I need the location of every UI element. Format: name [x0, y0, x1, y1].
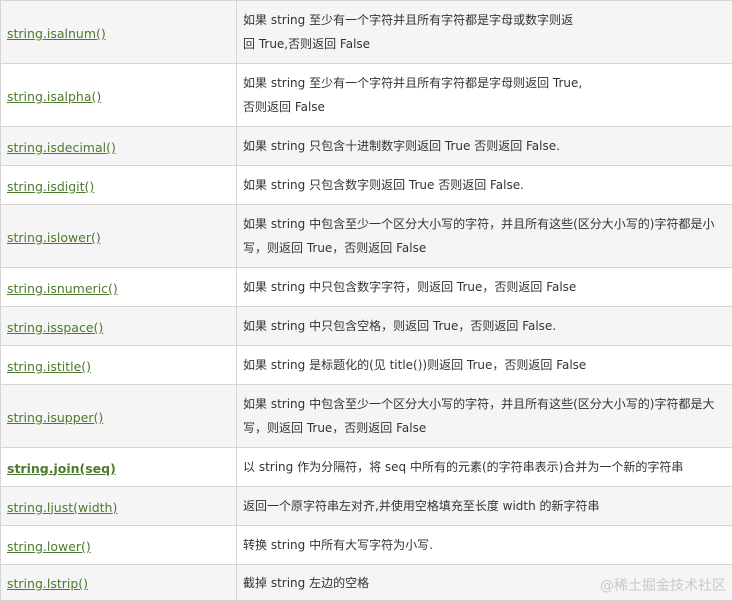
table-row: string.isnumeric() 如果 string 中只包含数字字符，则返回…: [0, 267, 732, 307]
table-row: string.isdecimal() 如果 string 只包含十进制数字则返回 …: [0, 126, 732, 166]
description-text: 如果 string 至少有一个字符并且所有字符都是字母则返回 True, 否则返回…: [243, 71, 726, 119]
description-cell: 如果 string 中只包含数字字符，则返回 True，否则返回 False: [236, 267, 732, 307]
description-text: 如果 string 至少有一个字符并且所有字符都是字母或数字则返回 True,否…: [243, 8, 726, 56]
description-line: 否则返回 False: [243, 100, 325, 114]
description-cell: 以 string 作为分隔符，将 seq 中所有的元素(的字符串表示)合并为一个…: [236, 447, 732, 487]
method-cell: string.isnumeric(): [0, 267, 237, 307]
description-text: 如果 string 中只包含数字字符，则返回 True，否则返回 False: [243, 275, 726, 299]
description-cell: 如果 string 中包含至少一个区分大小写的字符，并且所有这些(区分大小写的)…: [236, 384, 732, 448]
description-line: 写，则返回 True，否则返回 False: [243, 421, 427, 435]
description-line: 如果 string 中只包含空格，则返回 True，否则返回 False.: [243, 319, 557, 333]
method-link[interactable]: string.lower(): [7, 539, 91, 554]
description-cell: 如果 string 只包含数字则返回 True 否则返回 False.: [236, 165, 732, 205]
method-link[interactable]: string.isupper(): [7, 410, 103, 425]
table-row: string.istitle() 如果 string 是标题化的(见 title(…: [0, 345, 732, 385]
table-row: string.ljust(width) 返回一个原字符串左对齐,并使用空格填充至长…: [0, 486, 732, 526]
table-row: string.islower() 如果 string 中包含至少一个区分大小写的字…: [0, 204, 732, 268]
description-text: 转换 string 中所有大写字符为小写.: [243, 533, 726, 557]
description-text: 如果 string 只包含数字则返回 True 否则返回 False.: [243, 173, 726, 197]
method-link[interactable]: string.isalpha(): [7, 89, 101, 104]
description-line: 如果 string 至少有一个字符并且所有字符都是字母或数字则返: [243, 13, 574, 27]
description-line: 写，则返回 True，否则返回 False: [243, 241, 427, 255]
description-line: 以 string 作为分隔符，将 seq 中所有的元素(的字符串表示)合并为一个…: [243, 460, 684, 474]
method-link[interactable]: string.istitle(): [7, 359, 91, 374]
method-link[interactable]: string.isdigit(): [7, 179, 94, 194]
description-text: 如果 string 中只包含空格，则返回 True，否则返回 False.: [243, 314, 726, 338]
description-line: 转换 string 中所有大写字符为小写.: [243, 538, 433, 552]
method-cell: string.istitle(): [0, 345, 237, 385]
description-text: 返回一个原字符串左对齐,并使用空格填充至长度 width 的新字符串: [243, 494, 726, 518]
description-cell: 如果 string 是标题化的(见 title())则返回 True，否则返回 …: [236, 345, 732, 385]
method-link[interactable]: string.join(seq): [7, 461, 116, 476]
description-line: 如果 string 只包含十进制数字则返回 True 否则返回 False.: [243, 139, 560, 153]
description-cell: 如果 string 中只包含空格，则返回 True，否则返回 False.: [236, 306, 732, 346]
description-cell: 如果 string 至少有一个字符并且所有字符都是字母则返回 True, 否则返回…: [236, 63, 732, 127]
description-cell: 如果 string 中包含至少一个区分大小写的字符，并且所有这些(区分大小写的)…: [236, 204, 732, 268]
method-cell: string.isalpha(): [0, 63, 237, 127]
description-text: 如果 string 中包含至少一个区分大小写的字符，并且所有这些(区分大小写的)…: [243, 392, 726, 440]
description-line: 如果 string 至少有一个字符并且所有字符都是字母则返回 True,: [243, 76, 583, 90]
description-line: 如果 string 只包含数字则返回 True 否则返回 False.: [243, 178, 524, 192]
description-cell: 如果 string 只包含十进制数字则返回 True 否则返回 False.: [236, 126, 732, 166]
method-link[interactable]: string.ljust(width): [7, 500, 117, 515]
method-cell: string.isalnum(): [0, 0, 237, 64]
table-row: string.isdigit() 如果 string 只包含数字则返回 True …: [0, 165, 732, 205]
method-link[interactable]: string.isdecimal(): [7, 140, 116, 155]
method-cell: string.lower(): [0, 525, 237, 565]
method-cell: string.islower(): [0, 204, 237, 268]
method-cell: string.join(seq): [0, 447, 237, 487]
method-cell: string.lstrip(): [0, 564, 237, 601]
description-cell: 返回一个原字符串左对齐,并使用空格填充至长度 width 的新字符串: [236, 486, 732, 526]
method-link[interactable]: string.isspace(): [7, 320, 103, 335]
table-body: string.isalnum() 如果 string 至少有一个字符并且所有字符都…: [0, 0, 732, 601]
description-line: 返回一个原字符串左对齐,并使用空格填充至长度 width 的新字符串: [243, 499, 600, 513]
string-methods-table: string.isalnum() 如果 string 至少有一个字符并且所有字符都…: [0, 0, 732, 601]
description-text: 如果 string 是标题化的(见 title())则返回 True，否则返回 …: [243, 353, 726, 377]
description-line: 如果 string 是标题化的(见 title())则返回 True，否则返回 …: [243, 358, 587, 372]
table-row: string.isupper() 如果 string 中包含至少一个区分大小写的字…: [0, 384, 732, 448]
description-line: 回 True,否则返回 False: [243, 37, 371, 51]
method-link[interactable]: string.isalnum(): [7, 26, 106, 41]
description-line: 如果 string 中包含至少一个区分大小写的字符，并且所有这些(区分大小写的)…: [243, 397, 715, 411]
method-cell: string.ljust(width): [0, 486, 237, 526]
description-cell: 如果 string 至少有一个字符并且所有字符都是字母或数字则返回 True,否…: [236, 0, 732, 64]
description-line: 如果 string 中只包含数字字符，则返回 True，否则返回 False: [243, 280, 577, 294]
method-cell: string.isspace(): [0, 306, 237, 346]
table-row: string.isalnum() 如果 string 至少有一个字符并且所有字符都…: [0, 0, 732, 64]
method-link[interactable]: string.lstrip(): [7, 576, 88, 591]
method-cell: string.isupper(): [0, 384, 237, 448]
method-cell: string.isdigit(): [0, 165, 237, 205]
table-row: string.isalpha() 如果 string 至少有一个字符并且所有字符都…: [0, 63, 732, 127]
table-row: string.lower() 转换 string 中所有大写字符为小写.: [0, 525, 732, 565]
method-link[interactable]: string.islower(): [7, 230, 101, 245]
description-text: 如果 string 只包含十进制数字则返回 True 否则返回 False.: [243, 134, 726, 158]
description-text: 以 string 作为分隔符，将 seq 中所有的元素(的字符串表示)合并为一个…: [243, 455, 726, 479]
description-cell: 转换 string 中所有大写字符为小写.: [236, 525, 732, 565]
description-text: 如果 string 中包含至少一个区分大小写的字符，并且所有这些(区分大小写的)…: [243, 212, 726, 260]
description-line: 如果 string 中包含至少一个区分大小写的字符，并且所有这些(区分大小写的)…: [243, 217, 715, 231]
method-cell: string.isdecimal(): [0, 126, 237, 166]
table-row: string.isspace() 如果 string 中只包含空格，则返回 Tru…: [0, 306, 732, 346]
table-row: string.join(seq) 以 string 作为分隔符，将 seq 中所有…: [0, 447, 732, 487]
method-link[interactable]: string.isnumeric(): [7, 281, 118, 296]
watermark: @稀土掘金技术社区: [600, 578, 726, 594]
